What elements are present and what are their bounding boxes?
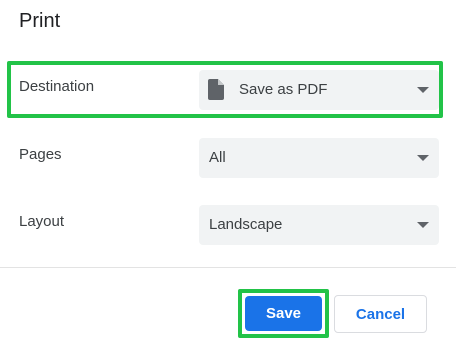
destination-label: Destination bbox=[19, 78, 95, 95]
destination-row: Destination Save as PDF bbox=[0, 66, 456, 110]
layout-row: Layout Landscape bbox=[0, 201, 456, 245]
chevron-down-icon bbox=[417, 222, 429, 228]
destination-select[interactable]: Save as PDF bbox=[199, 70, 439, 110]
divider bbox=[0, 267, 456, 268]
layout-select[interactable]: Landscape bbox=[199, 205, 439, 245]
pages-row: Pages All bbox=[0, 134, 456, 178]
pages-label: Pages bbox=[19, 146, 62, 163]
destination-value: Save as PDF bbox=[239, 81, 328, 98]
cancel-button[interactable]: Cancel bbox=[334, 295, 427, 333]
chevron-down-icon bbox=[417, 155, 429, 161]
pages-value: All bbox=[209, 149, 226, 166]
layout-label: Layout bbox=[19, 213, 65, 230]
layout-value: Landscape bbox=[209, 216, 283, 233]
pages-select[interactable]: All bbox=[199, 138, 439, 178]
document-icon bbox=[208, 79, 224, 100]
dialog-title: Print bbox=[19, 10, 61, 32]
chevron-down-icon bbox=[417, 87, 429, 93]
save-button[interactable]: Save bbox=[245, 296, 322, 331]
